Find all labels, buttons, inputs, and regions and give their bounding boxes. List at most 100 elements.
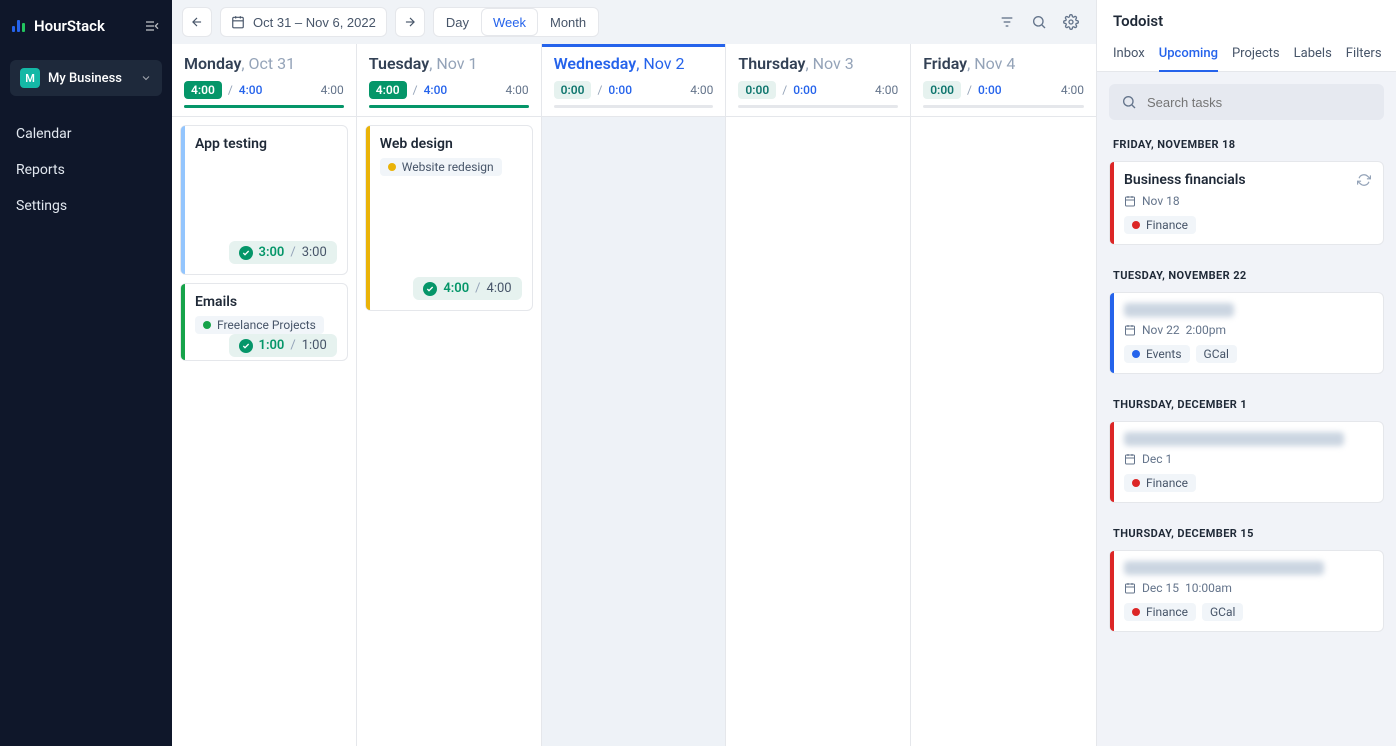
task-accent-bar	[366, 126, 370, 310]
project-dot-icon	[388, 163, 396, 171]
logged-time-pill: 4:00	[184, 81, 222, 99]
task-accent-bar	[1110, 422, 1114, 502]
nav-settings[interactable]: Settings	[6, 188, 166, 224]
day-stats: 0:00/0:004:00	[923, 81, 1084, 99]
day-column: Friday, Nov 4 0:00/0:004:00	[911, 44, 1096, 746]
todoist-task-card[interactable]: Dec 1Finance	[1109, 421, 1384, 503]
day-progress-bar	[554, 105, 714, 108]
collapse-sidebar-icon[interactable]	[144, 18, 160, 34]
day-body[interactable]: Web designWebsite redesign4:00/4:00	[357, 117, 541, 746]
day-body[interactable]	[911, 117, 1096, 746]
day-progress-bar	[184, 105, 344, 108]
task-group-heading: FRIDAY, NOVEMBER 18	[1113, 138, 1380, 151]
check-icon	[423, 282, 437, 296]
scheduled-time: 0:00	[608, 83, 632, 97]
right-sidebar: Todoist Inbox Upcoming Projects Labels Filte…	[1096, 0, 1396, 746]
view-switcher: DayWeekMonth	[433, 7, 599, 37]
tab-labels[interactable]: Labels	[1294, 38, 1332, 71]
date-range-label: Oct 31 – Nov 6, 2022	[253, 15, 376, 30]
next-week-button[interactable]	[395, 7, 425, 37]
task-meta: Nov 18	[1124, 194, 1371, 208]
calendar-icon	[1124, 582, 1136, 594]
main-area: Oct 31 – Nov 6, 2022 DayWeekMonth Monday…	[172, 0, 1096, 746]
todoist-task-card[interactable]: Dec 1510:00amFinanceGCal	[1109, 550, 1384, 632]
day-title: Tuesday, Nov 1	[369, 54, 529, 73]
task-title: Emails	[195, 294, 337, 310]
prev-week-button[interactable]	[182, 7, 212, 37]
day-header: Monday, Oct 314:00/4:004:00	[172, 44, 356, 117]
view-month-button[interactable]: Month	[538, 8, 598, 36]
day-progress-bar	[738, 105, 898, 108]
task-meta: Dec 1510:00am	[1124, 581, 1371, 595]
todoist-task-card[interactable]: Business financials Nov 18 Finance	[1109, 161, 1384, 245]
day-body[interactable]	[726, 117, 910, 746]
task-accent-bar	[1110, 293, 1114, 373]
logged-time-pill: 0:00	[554, 81, 592, 99]
day-body[interactable]	[542, 117, 726, 746]
task-title: Web design	[380, 136, 522, 152]
integration-body: FRIDAY, NOVEMBER 18 Business financials No…	[1097, 72, 1396, 746]
day-header: Thursday, Nov 30:00/0:004:00	[726, 44, 910, 117]
task-group-heading: THURSDAY, DECEMBER 15	[1113, 527, 1380, 540]
task-meta: Nov 222:00pm	[1124, 323, 1371, 337]
task-card[interactable]: Web designWebsite redesign4:00/4:00	[365, 125, 533, 311]
logged-time-pill: 0:00	[738, 81, 776, 99]
task-title: Business financials	[1124, 172, 1246, 188]
date-range-button[interactable]: Oct 31 – Nov 6, 2022	[220, 7, 387, 37]
scheduled-time: 4:00	[424, 83, 448, 97]
week-grid: Monday, Oct 314:00/4:004:00App testing3:…	[172, 44, 1096, 746]
tab-filters[interactable]: Filters	[1346, 38, 1382, 71]
scheduled-time: 0:00	[978, 83, 1002, 97]
workspace-badge: M	[20, 68, 40, 88]
chevron-down-icon	[140, 72, 152, 84]
nav-calendar[interactable]: Calendar	[6, 116, 166, 152]
task-project-chip: Freelance Projects	[195, 316, 324, 334]
day-stats: 4:00/4:004:00	[369, 81, 529, 99]
search-icon[interactable]	[1030, 13, 1048, 31]
task-title	[1124, 561, 1324, 575]
search-icon	[1121, 94, 1137, 110]
task-accent-bar	[1110, 162, 1114, 244]
task-search-input[interactable]	[1147, 95, 1372, 110]
view-day-button[interactable]: Day	[434, 8, 481, 36]
task-time-pill: 1:00/1:00	[229, 334, 337, 357]
capacity-time: 4:00	[690, 83, 713, 97]
day-title: Friday, Nov 4	[923, 54, 1084, 73]
primary-nav: Calendar Reports Settings	[0, 110, 172, 230]
day-stats: 4:00/4:004:00	[184, 81, 344, 99]
task-card[interactable]: App testing3:00/3:00	[180, 125, 348, 275]
gear-icon[interactable]	[1062, 13, 1080, 31]
todoist-task-card[interactable]: Nov 222:00pm Events GCal	[1109, 292, 1384, 374]
task-search[interactable]	[1109, 84, 1384, 120]
day-column: Thursday, Nov 30:00/0:004:00	[726, 44, 911, 746]
tab-upcoming[interactable]: Upcoming	[1159, 38, 1218, 71]
day-column: Wednesday, Nov 20:00/0:004:00	[542, 44, 727, 746]
workspace-name: My Business	[48, 71, 132, 86]
integration-title: Todoist	[1097, 0, 1396, 34]
day-header: Tuesday, Nov 14:00/4:004:00	[357, 44, 541, 117]
day-body[interactable]: App testing3:00/3:00 Emails Freelance Proj…	[172, 117, 356, 746]
task-chip: Finance	[1124, 216, 1196, 234]
task-chip: Events	[1124, 345, 1190, 363]
workspace-switcher[interactable]: M My Business	[10, 60, 162, 96]
task-chip: GCal	[1196, 345, 1237, 363]
day-progress-bar	[369, 105, 529, 108]
task-meta: Dec 1	[1124, 452, 1371, 466]
task-accent-bar	[1110, 551, 1114, 631]
project-dot-icon	[203, 321, 211, 329]
day-title: Monday, Oct 31	[184, 54, 344, 73]
tab-inbox[interactable]: Inbox	[1113, 38, 1145, 71]
tab-projects[interactable]: Projects	[1232, 38, 1280, 71]
task-card[interactable]: Emails Freelance Projects1:00/1:00	[180, 283, 348, 361]
chip-dot-icon	[1132, 479, 1140, 487]
capacity-time: 4:00	[875, 83, 898, 97]
left-sidebar: HourStack M My Business Calendar Reports…	[0, 0, 172, 746]
scheduled-time: 4:00	[239, 83, 263, 97]
chip-dot-icon	[1132, 350, 1140, 358]
nav-reports[interactable]: Reports	[6, 152, 166, 188]
check-icon	[239, 246, 253, 260]
view-week-button[interactable]: Week	[481, 8, 538, 36]
filter-icon[interactable]	[998, 13, 1016, 31]
logged-time-pill: 4:00	[369, 81, 407, 99]
calendar-icon	[1124, 195, 1136, 207]
